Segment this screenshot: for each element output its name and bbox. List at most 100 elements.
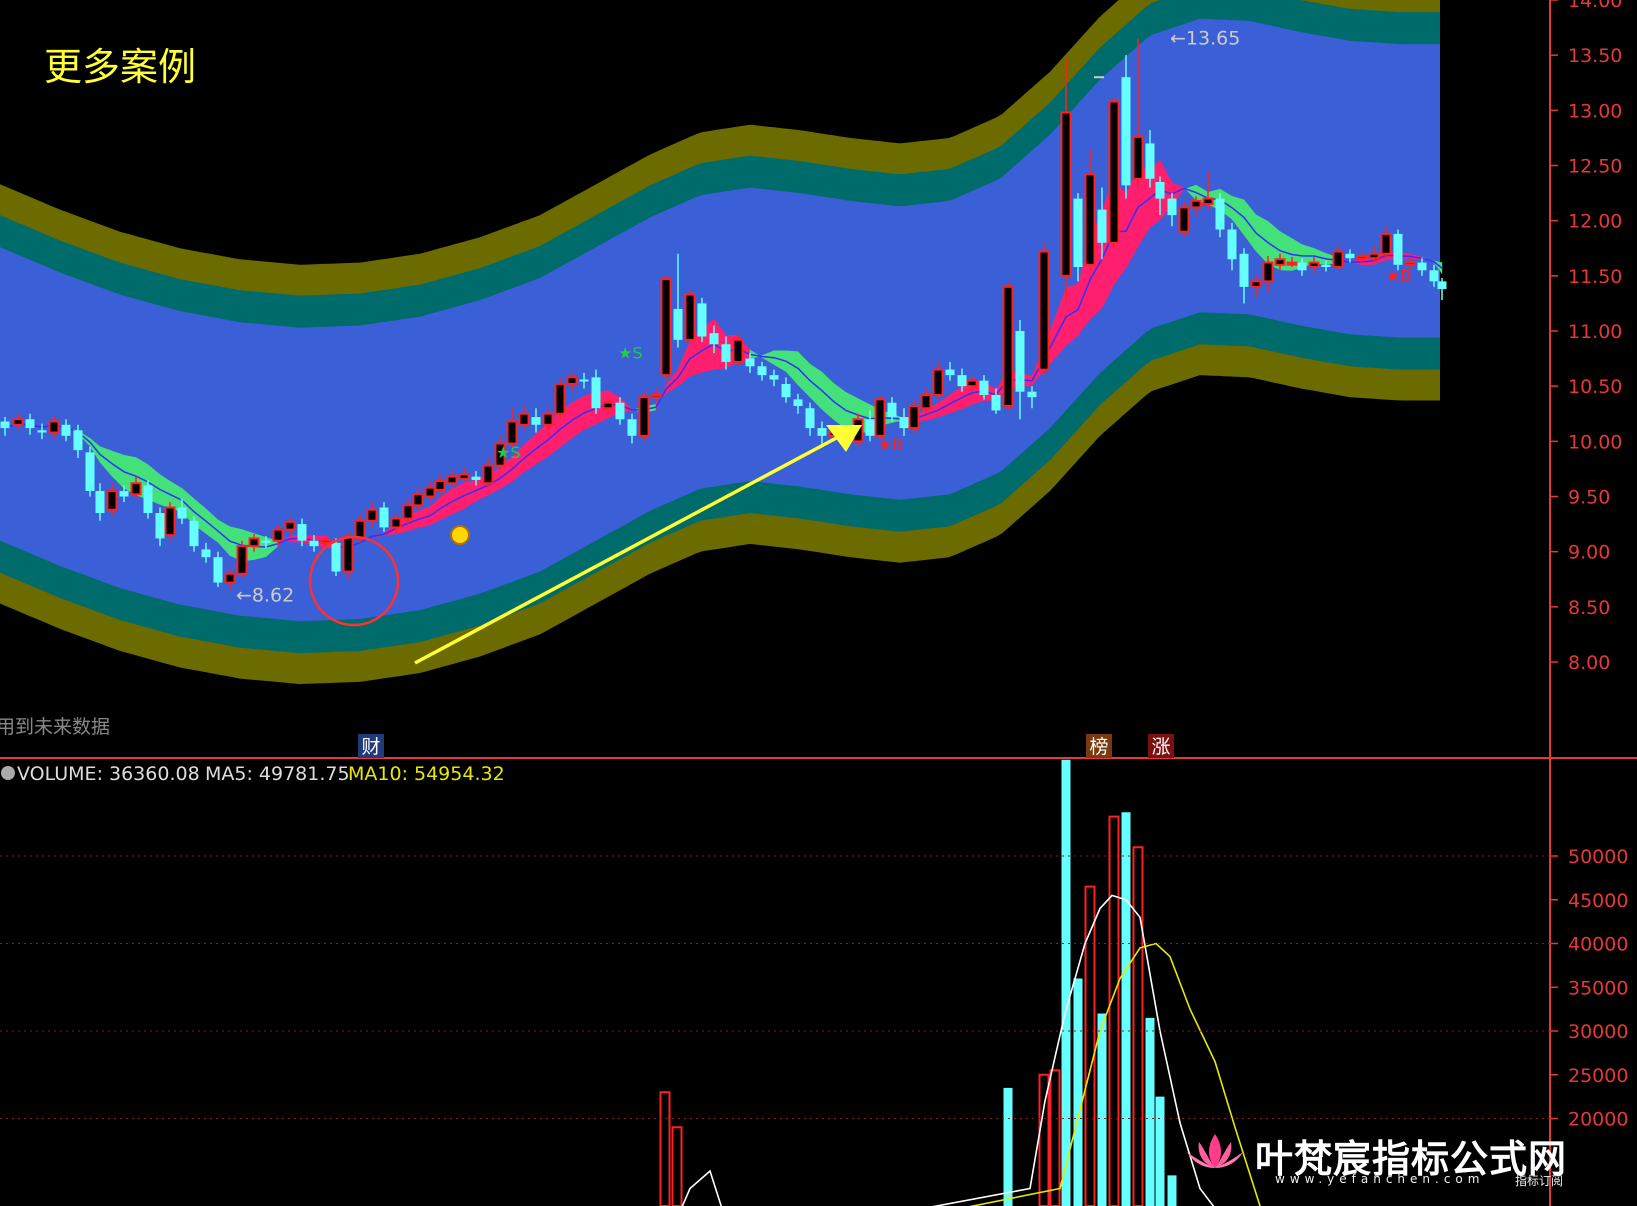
candle-body	[12, 418, 24, 426]
candle-body	[1274, 258, 1286, 266]
price-tick-label: 13.00	[1568, 100, 1622, 122]
ribbon-segment	[1065, 283, 1079, 347]
candle-body	[342, 535, 354, 573]
candle-body	[957, 375, 967, 387]
candle-body	[446, 475, 458, 485]
candle-body	[1250, 280, 1262, 288]
candle-body	[615, 402, 625, 420]
rank-badge[interactable]: 榜	[1086, 734, 1112, 758]
low-price-label: ←8.62	[236, 585, 294, 607]
high-price-label: ←13.65	[1170, 28, 1240, 50]
candle	[143, 479, 153, 519]
indicator-toggle-icon[interactable]	[1, 766, 15, 780]
price-tick-label: 9.00	[1568, 542, 1610, 564]
candle-body	[95, 490, 105, 514]
candle-body	[73, 430, 83, 451]
candle-body	[297, 524, 307, 541]
candle-body	[874, 398, 886, 437]
candle-body	[1038, 250, 1050, 371]
price-tick-label: 8.00	[1568, 652, 1610, 674]
candle-body	[201, 549, 211, 558]
candle	[1038, 242, 1050, 376]
candle-body	[817, 428, 827, 436]
candle-body	[248, 537, 260, 548]
price-tick-label: 8.50	[1568, 597, 1610, 619]
candle-body	[1073, 198, 1083, 268]
candle-body	[979, 380, 989, 395]
candle-body	[602, 401, 614, 410]
candle-body	[130, 482, 142, 496]
candle-body	[805, 408, 815, 429]
candle-body	[899, 417, 909, 429]
candle-body	[379, 507, 389, 528]
signal-s-label: ★S	[496, 443, 521, 462]
watermark: 叶梵宸指标公式网 www.yefanchen.com 指标订阅	[1187, 1128, 1567, 1188]
candle-body	[673, 308, 683, 340]
svg-text:涨: 涨	[1151, 736, 1170, 758]
ma10-value: MA10: 54954.32	[348, 763, 505, 785]
candle-body	[1145, 143, 1155, 179]
candle-body	[531, 417, 541, 425]
candle-body	[177, 507, 187, 519]
candle-body	[458, 473, 470, 480]
candle-body	[769, 375, 779, 380]
candle	[638, 391, 650, 442]
candle-body	[261, 540, 271, 543]
candle-body	[932, 368, 944, 396]
candle-body	[354, 519, 366, 540]
candle-body	[1380, 232, 1392, 255]
candle-body	[434, 480, 446, 491]
candle	[554, 377, 566, 420]
candle-body	[213, 557, 223, 583]
limit-up-badge[interactable]: 涨	[1148, 734, 1174, 758]
volume-value: VOLUME: 36360.08	[17, 763, 200, 785]
candle-body	[638, 396, 650, 437]
candle-body	[1060, 111, 1072, 277]
volume-bar	[1097, 1013, 1107, 1206]
volume-tick-label: 40000	[1568, 934, 1628, 956]
candle-body	[482, 464, 494, 485]
volume-bar	[1061, 759, 1071, 1206]
volume-bar	[1155, 1096, 1165, 1206]
volume-tick-label: 30000	[1568, 1021, 1628, 1043]
candle-body	[1321, 264, 1331, 268]
candle-body	[554, 382, 566, 415]
candle-body	[143, 485, 153, 514]
candle-body	[164, 506, 176, 537]
candle-body	[1417, 262, 1427, 271]
candle-body	[309, 540, 319, 547]
price-tick-label: 14.00	[1568, 0, 1622, 12]
future-data-note: 用到未来数据	[0, 716, 110, 738]
candle-body	[865, 419, 875, 436]
candle-body	[757, 366, 767, 376]
candle	[236, 540, 248, 579]
candle-body	[331, 542, 341, 572]
signal-b-label: ★B	[878, 435, 903, 454]
candle-body	[1121, 77, 1131, 186]
candle-body	[1297, 262, 1307, 271]
candle-body	[37, 430, 47, 433]
candle-body	[25, 419, 35, 429]
candle-body	[284, 520, 296, 531]
corner-title[interactable]: 更多案例	[44, 45, 196, 89]
candle-body	[1239, 253, 1249, 287]
volume-tick-label: 35000	[1568, 977, 1628, 999]
candle-body	[1132, 135, 1144, 180]
candle-body	[781, 383, 791, 398]
candle-body	[945, 369, 955, 376]
price-tick-label: 11.50	[1568, 266, 1622, 288]
volume-bar	[1121, 812, 1131, 1206]
finance-badge[interactable]: 财	[358, 734, 384, 758]
lotus-icon	[1187, 1134, 1243, 1168]
candle	[164, 502, 176, 541]
price-tick-label: 12.00	[1568, 211, 1622, 233]
candle-body	[650, 393, 662, 399]
price-tick-label: 11.00	[1568, 321, 1622, 343]
candle	[85, 446, 95, 497]
svg-text:财: 财	[361, 736, 380, 758]
candle-body	[1404, 261, 1416, 266]
candle-body	[1429, 270, 1439, 282]
candle-body	[709, 333, 719, 345]
candle-body	[424, 486, 436, 498]
candle-body	[684, 293, 696, 341]
